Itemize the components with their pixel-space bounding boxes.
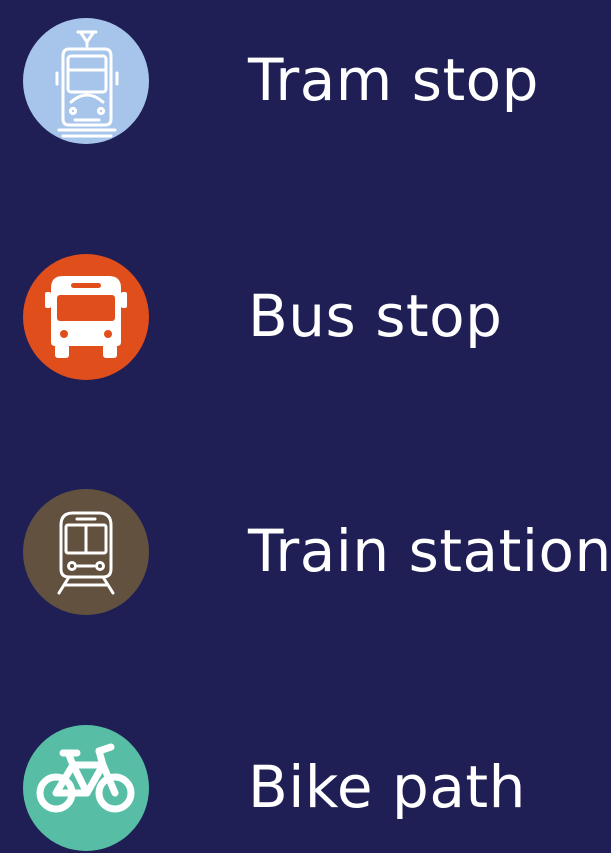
legend-item-bus: Bus stop — [0, 252, 611, 382]
transport-legend: Tram stop Bus stop Train station Bike pa… — [0, 0, 611, 851]
legend-label-bus: Bus stop — [248, 282, 503, 350]
train-icon — [23, 489, 149, 615]
bike-icon — [23, 725, 149, 851]
legend-label-bike: Bike path — [248, 753, 526, 821]
legend-label-tram: Tram stop — [248, 46, 539, 114]
bus-icon — [23, 254, 149, 380]
tram-icon — [23, 18, 149, 144]
legend-item-train: Train station — [0, 487, 611, 617]
legend-item-bike: Bike path — [0, 723, 611, 853]
legend-label-train: Train station — [248, 517, 611, 585]
legend-item-tram: Tram stop — [0, 16, 611, 146]
